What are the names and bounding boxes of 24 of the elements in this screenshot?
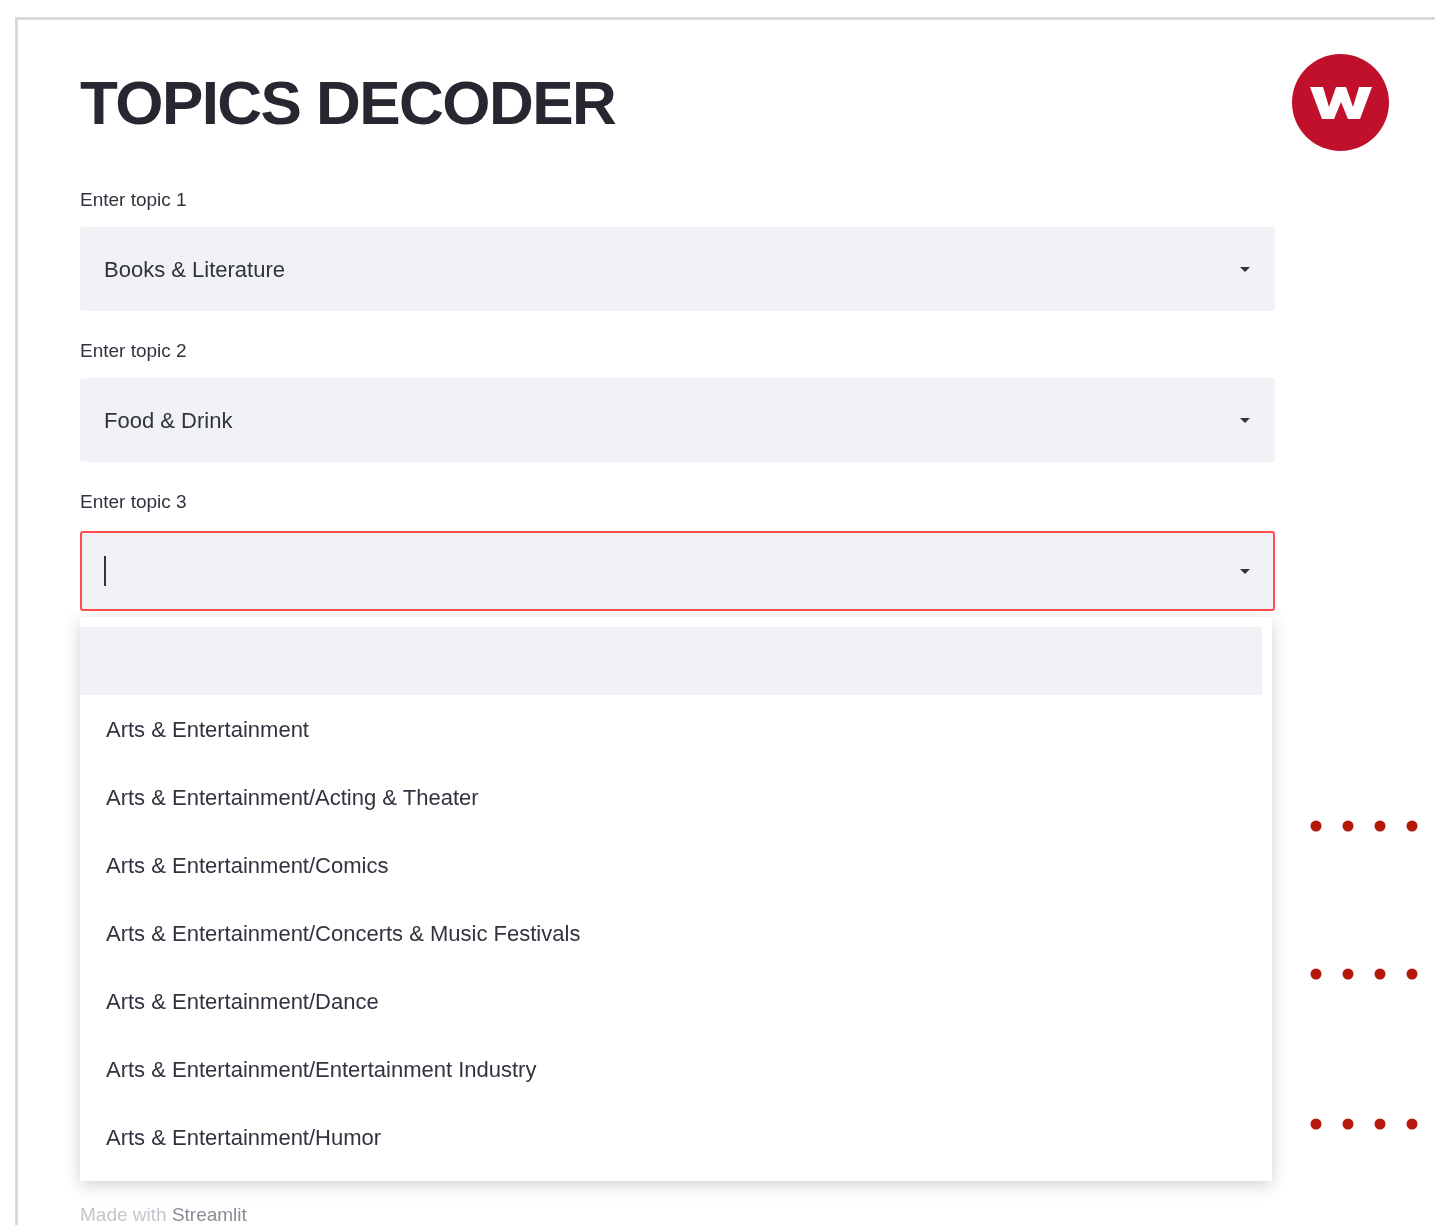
- topic-select[interactable]: [80, 531, 1275, 611]
- dropdown-option[interactable]: Arts & Entertainment/Acting & Theater: [80, 763, 1262, 831]
- select-value: Food & Drink: [104, 406, 233, 435]
- caret-icon: [1239, 416, 1251, 424]
- dots-icon: [1310, 1118, 1418, 1130]
- dots-icon: [1310, 820, 1418, 832]
- dropdown-option[interactable]: Arts & Entertainment: [80, 695, 1262, 763]
- footer-text: Made with Streamlit: [80, 1203, 247, 1225]
- field-label: Enter topic 2: [80, 341, 187, 360]
- dropdown-option[interactable]: Arts & Entertainment/Dance: [80, 967, 1262, 1035]
- caret-icon: [1239, 265, 1251, 273]
- dropdown-option[interactable]: Arts & Entertainment/Comics: [80, 831, 1262, 899]
- topic-select[interactable]: Books & Literature: [80, 227, 1275, 311]
- dropdown-option[interactable]: Arts & Entertainment/Entertainment Industry: [80, 1035, 1262, 1103]
- dropdown-option[interactable]: Arts & Entertainment/Concerts & Music Festivals: [80, 899, 1262, 967]
- caret-icon: [1239, 567, 1251, 575]
- field-label: Enter topic 3: [80, 492, 187, 511]
- page-title: TOPICS DECODER: [80, 72, 616, 134]
- select-value: Books & Literature: [104, 255, 285, 284]
- dots-icon: [1310, 968, 1418, 980]
- topic-select[interactable]: Food & Drink: [80, 378, 1275, 462]
- dropdown-option[interactable]: Arts & Entertainment/Humor: [80, 1103, 1262, 1171]
- field-label: Enter topic 1: [80, 190, 187, 209]
- text-cursor: [104, 556, 106, 586]
